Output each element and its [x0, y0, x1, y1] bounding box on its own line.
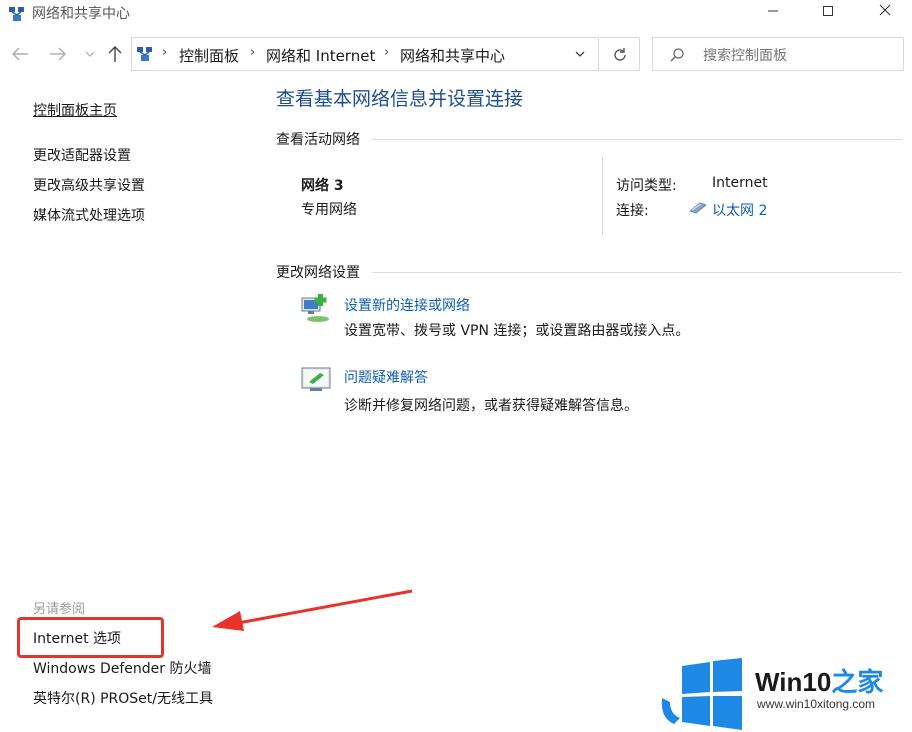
chevron-right-icon[interactable]: › — [162, 45, 167, 60]
maximize-icon — [823, 6, 833, 16]
recent-dropdown-icon[interactable] — [84, 50, 96, 60]
brand-title-suffix: 之家 — [831, 667, 884, 697]
highlight-box — [17, 617, 164, 658]
brand-title-prefix: Win10 — [755, 667, 832, 697]
annotation-arrow-icon — [212, 589, 413, 631]
address-dropdown-icon[interactable] — [574, 50, 586, 60]
see-also-defender-firewall[interactable]: Windows Defender 防火墙 — [33, 658, 211, 678]
connection-label: 连接: — [616, 203, 649, 219]
forward-arrow-icon[interactable] — [48, 46, 68, 62]
new-connection-icon[interactable] — [300, 292, 332, 324]
connection-link-ethernet[interactable]: 以太网 2 — [712, 200, 767, 220]
brand-url: www.win10xitong.com — [757, 697, 876, 711]
page-title: 查看基本网络信息并设置连接 — [276, 88, 524, 110]
network-location-icon — [137, 47, 152, 61]
see-also-intel-proset[interactable]: 英特尔(R) PROSet/无线工具 — [33, 688, 213, 708]
brand-title: Win10之家 — [755, 662, 883, 699]
network-center-icon — [9, 7, 24, 21]
sidebar-control-panel-home[interactable]: 控制面板主页 — [33, 100, 117, 120]
see-also-label: 另请参阅 — [33, 602, 86, 617]
minimize-button[interactable] — [750, 0, 796, 26]
ethernet-icon — [689, 202, 707, 214]
task-troubleshoot-desc: 诊断并修复网络问题，或者获得疑难解答信息。 — [344, 398, 638, 414]
sidebar-item-media-streaming[interactable]: 媒体流式处理选项 — [33, 205, 145, 225]
back-arrow-icon[interactable] — [10, 46, 30, 62]
close-icon — [879, 4, 891, 16]
chevron-right-icon[interactable]: › — [250, 45, 255, 60]
network-name: 网络 3 — [301, 178, 344, 194]
sidebar-item-advanced-sharing[interactable]: 更改高级共享设置 — [33, 175, 145, 195]
breadcrumb-network-internet[interactable]: 网络和 Internet — [266, 45, 375, 66]
access-type-value: Internet — [712, 175, 768, 191]
search-input[interactable]: 搜索控制面板 — [703, 45, 787, 65]
close-button[interactable] — [862, 0, 908, 26]
title-bar: 网络和共享中心 — [0, 0, 912, 28]
search-box[interactable]: 搜索控制面板 — [652, 37, 904, 71]
troubleshoot-icon[interactable] — [300, 366, 332, 394]
section-title-active-networks: 查看活动网络 — [276, 132, 360, 148]
sidebar-item-adapter-settings[interactable]: 更改适配器设置 — [33, 145, 131, 165]
maximize-button[interactable] — [805, 0, 851, 26]
access-type-label: 访问类型: — [616, 178, 677, 194]
up-arrow-icon[interactable] — [106, 44, 124, 64]
breadcrumb-control-panel[interactable]: 控制面板 — [179, 45, 239, 66]
section-divider — [372, 139, 902, 140]
windows-logo-icon — [661, 658, 742, 730]
window-title: 网络和共享中心 — [32, 6, 130, 22]
search-icon — [670, 48, 684, 62]
task-setup-connection-desc: 设置宽带、拨号或 VPN 连接；或设置路由器或接入点。 — [344, 323, 690, 339]
refresh-button[interactable] — [600, 37, 640, 71]
network-divider — [602, 156, 603, 236]
refresh-icon — [614, 48, 626, 61]
chevron-right-icon[interactable]: › — [384, 45, 389, 60]
section-divider — [372, 272, 902, 273]
task-troubleshoot[interactable]: 问题疑难解答 — [344, 367, 428, 387]
network-type: 专用网络 — [301, 202, 357, 218]
task-setup-connection[interactable]: 设置新的连接或网络 — [344, 295, 470, 315]
section-title-change-settings: 更改网络设置 — [276, 265, 360, 281]
breadcrumb-network-sharing[interactable]: 网络和共享中心 — [400, 45, 505, 66]
minimize-icon — [768, 10, 778, 12]
